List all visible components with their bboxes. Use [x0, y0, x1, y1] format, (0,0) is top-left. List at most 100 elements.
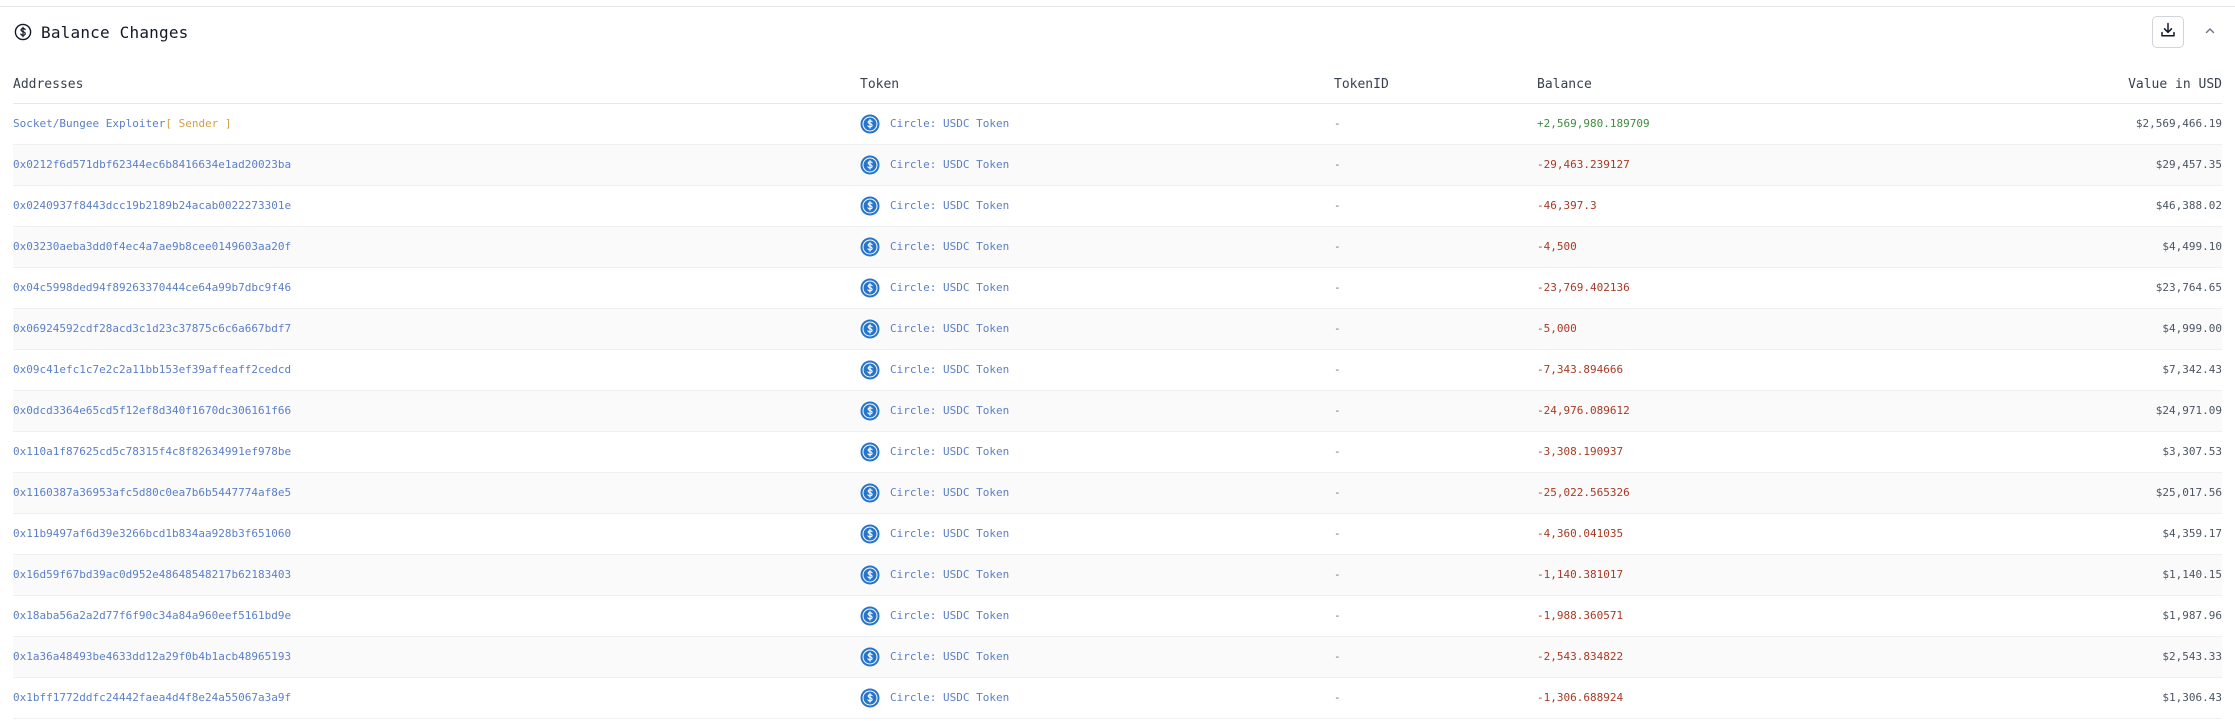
- usdc-token-icon: [860, 524, 880, 544]
- balance-cell: +2,569,980.189709: [1537, 103, 1942, 145]
- balance-cell: -3,308.190937: [1537, 431, 1942, 473]
- token-cell: Circle: USDC Token: [860, 308, 1334, 350]
- table-row: 0x0240937f8443dcc19b2189b24acab002227330…: [13, 185, 2222, 227]
- token-link[interactable]: Circle: USDC Token: [890, 240, 1009, 253]
- address-link[interactable]: 0x0dcd3364e65cd5f12ef8d340f1670dc306161f…: [13, 404, 291, 417]
- table-row: 0x04c5998ded94f89263370444ce64a99b7dbc9f…: [13, 267, 2222, 309]
- balance-cell: -25,022.565326: [1537, 472, 1942, 514]
- address-link[interactable]: 0x06924592cdf28acd3c1d23c37875c6c6a667bd…: [13, 322, 291, 335]
- token-cell: Circle: USDC Token: [860, 390, 1334, 432]
- token-link[interactable]: Circle: USDC Token: [890, 486, 1009, 499]
- address-link[interactable]: 0x1a36a48493be4633dd12a29f0b4b1acb489651…: [13, 650, 291, 663]
- table-row: 0x1a36a48493be4633dd12a29f0b4b1acb489651…: [13, 636, 2222, 678]
- balance-cell: -1,988.360571: [1537, 595, 1942, 637]
- balance-changes-table: Addresses Token TokenID Balance Value in…: [13, 66, 2222, 719]
- token-cell: Circle: USDC Token: [860, 554, 1334, 596]
- address-link[interactable]: 0x03230aeba3dd0f4ec4a7ae9b8cee0149603aa2…: [13, 240, 291, 253]
- usdc-token-icon: [860, 565, 880, 585]
- table-row: 0x1160387a36953afc5d80c0ea7b6b5447774af8…: [13, 472, 2222, 514]
- usdc-token-icon: [860, 688, 880, 708]
- address-link[interactable]: 0x0240937f8443dcc19b2189b24acab002227330…: [13, 199, 291, 212]
- token-cell: Circle: USDC Token: [860, 349, 1334, 391]
- tokenid-cell: -: [1334, 308, 1537, 350]
- usdc-token-icon: [860, 319, 880, 339]
- token-link[interactable]: Circle: USDC Token: [890, 568, 1009, 581]
- address-link[interactable]: 0x18aba56a2a2d77f6f90c34a84a960eef5161bd…: [13, 609, 291, 622]
- balance-cell: -7,343.894666: [1537, 349, 1942, 391]
- header-tokenid: TokenID: [1334, 66, 1537, 104]
- token-link[interactable]: Circle: USDC Token: [890, 363, 1009, 376]
- table-header-row: Addresses Token TokenID Balance Value in…: [13, 66, 2222, 104]
- address-link[interactable]: 0x1bff1772ddfc24442faea4d4f8e24a55067a3a…: [13, 691, 291, 704]
- value-usd-cell: $2,569,466.19: [1942, 103, 2222, 145]
- header-addresses: Addresses: [13, 66, 860, 104]
- value-usd-cell: $23,764.65: [1942, 267, 2222, 309]
- address-cell: 0x09c41efc1c7e2c2a11bb153ef39affeaff2ced…: [13, 349, 860, 391]
- address-cell: 0x16d59f67bd39ac0d952e48648548217b621834…: [13, 554, 860, 596]
- balance-cell: -4,500: [1537, 226, 1942, 268]
- address-cell: 0x110a1f87625cd5c78315f4c8f82634991ef978…: [13, 431, 860, 473]
- address-link[interactable]: 0x1160387a36953afc5d80c0ea7b6b5447774af8…: [13, 486, 291, 499]
- address-link[interactable]: 0x16d59f67bd39ac0d952e48648548217b621834…: [13, 568, 291, 581]
- token-link[interactable]: Circle: USDC Token: [890, 404, 1009, 417]
- value-usd-cell: $7,342.43: [1942, 349, 2222, 391]
- usdc-token-icon: [860, 442, 880, 462]
- token-link[interactable]: Circle: USDC Token: [890, 445, 1009, 458]
- tokenid-cell: -: [1334, 144, 1537, 186]
- address-link[interactable]: 0x04c5998ded94f89263370444ce64a99b7dbc9f…: [13, 281, 291, 294]
- token-link[interactable]: Circle: USDC Token: [890, 117, 1009, 130]
- usdc-token-icon: [860, 606, 880, 626]
- balance-cell: -1,140.381017: [1537, 554, 1942, 596]
- token-link[interactable]: Circle: USDC Token: [890, 691, 1009, 704]
- dollar-circle-icon: [13, 22, 33, 42]
- tokenid-cell: -: [1334, 103, 1537, 145]
- value-usd-cell: $29,457.35: [1942, 144, 2222, 186]
- value-usd-cell: $4,359.17: [1942, 513, 2222, 555]
- value-usd-cell: $24,971.09: [1942, 390, 2222, 432]
- download-button[interactable]: [2152, 16, 2184, 48]
- balance-cell: -4,360.041035: [1537, 513, 1942, 555]
- address-link[interactable]: 0x110a1f87625cd5c78315f4c8f82634991ef978…: [13, 445, 291, 458]
- token-link[interactable]: Circle: USDC Token: [890, 322, 1009, 335]
- table-row: 0x110a1f87625cd5c78315f4c8f82634991ef978…: [13, 431, 2222, 473]
- download-icon: [2159, 21, 2177, 43]
- usdc-token-icon: [860, 114, 880, 134]
- address-cell: 0x1a36a48493be4633dd12a29f0b4b1acb489651…: [13, 636, 860, 678]
- usdc-token-icon: [860, 401, 880, 421]
- value-usd-cell: $25,017.56: [1942, 472, 2222, 514]
- token-cell: Circle: USDC Token: [860, 472, 1334, 514]
- tokenid-cell: -: [1334, 267, 1537, 309]
- token-link[interactable]: Circle: USDC Token: [890, 199, 1009, 212]
- address-cell: 0x1bff1772ddfc24442faea4d4f8e24a55067a3a…: [13, 677, 860, 719]
- address-cell: 0x0dcd3364e65cd5f12ef8d340f1670dc306161f…: [13, 390, 860, 432]
- token-cell: Circle: USDC Token: [860, 103, 1334, 145]
- balance-cell: -24,976.089612: [1537, 390, 1942, 432]
- token-link[interactable]: Circle: USDC Token: [890, 527, 1009, 540]
- address-link[interactable]: 0x09c41efc1c7e2c2a11bb153ef39affeaff2ced…: [13, 363, 291, 376]
- address-cell: 0x18aba56a2a2d77f6f90c34a84a960eef5161bd…: [13, 595, 860, 637]
- token-link[interactable]: Circle: USDC Token: [890, 281, 1009, 294]
- address-link[interactable]: Socket/Bungee Exploiter: [13, 117, 165, 130]
- token-cell: Circle: USDC Token: [860, 636, 1334, 678]
- address-cell: 0x1160387a36953afc5d80c0ea7b6b5447774af8…: [13, 472, 860, 514]
- address-link[interactable]: 0x0212f6d571dbf62344ec6b8416634e1ad20023…: [13, 158, 291, 171]
- tokenid-cell: -: [1334, 513, 1537, 555]
- token-link[interactable]: Circle: USDC Token: [890, 158, 1009, 171]
- table-row: 0x0212f6d571dbf62344ec6b8416634e1ad20023…: [13, 144, 2222, 186]
- panel-title: Balance Changes: [41, 22, 189, 42]
- panel-title-wrap: Balance Changes: [13, 20, 189, 44]
- table-row: Socket/Bungee Exploiter[ Sender ] Circle:…: [13, 103, 2222, 145]
- address-cell: 0x03230aeba3dd0f4ec4a7ae9b8cee0149603aa2…: [13, 226, 860, 268]
- value-usd-cell: $4,999.00: [1942, 308, 2222, 350]
- collapse-button[interactable]: [2200, 22, 2220, 42]
- usdc-token-icon: [860, 647, 880, 667]
- table-row: 0x03230aeba3dd0f4ec4a7ae9b8cee0149603aa2…: [13, 226, 2222, 268]
- address-cell: 0x06924592cdf28acd3c1d23c37875c6c6a667bd…: [13, 308, 860, 350]
- token-link[interactable]: Circle: USDC Token: [890, 609, 1009, 622]
- tokenid-cell: -: [1334, 554, 1537, 596]
- sender-tag: [ Sender ]: [165, 117, 232, 130]
- tokenid-cell: -: [1334, 390, 1537, 432]
- token-link[interactable]: Circle: USDC Token: [890, 650, 1009, 663]
- address-link[interactable]: 0x11b9497af6d39e3266bcd1b834aa928b3f6510…: [13, 527, 291, 540]
- tokenid-cell: -: [1334, 595, 1537, 637]
